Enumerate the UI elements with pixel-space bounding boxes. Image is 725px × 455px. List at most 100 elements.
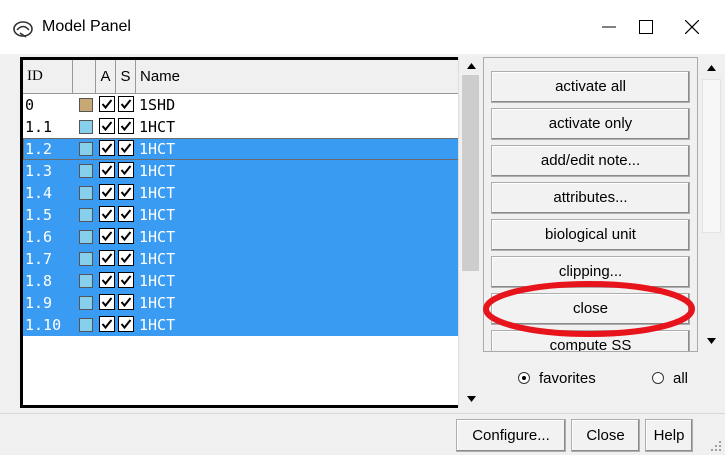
active-checkbox[interactable] bbox=[99, 250, 115, 266]
minimize-icon bbox=[602, 26, 616, 28]
model-color-swatch[interactable] bbox=[79, 296, 93, 310]
model-color-swatch[interactable] bbox=[79, 318, 93, 332]
active-checkbox[interactable] bbox=[99, 272, 115, 288]
compute-ss-button[interactable]: compute SS bbox=[491, 330, 690, 351]
active-checkbox[interactable] bbox=[99, 316, 115, 332]
maximize-button[interactable] bbox=[622, 0, 670, 54]
table-row[interactable]: 1.9 1HCT bbox=[23, 292, 472, 314]
table-row[interactable]: 1.7 1HCT bbox=[23, 248, 472, 270]
radio-all-label: all bbox=[673, 370, 689, 387]
model-color-swatch[interactable] bbox=[79, 186, 93, 200]
model-name: 1HCT bbox=[139, 250, 176, 268]
column-header-color[interactable] bbox=[73, 60, 96, 93]
scroll-up-button[interactable] bbox=[459, 57, 483, 74]
model-color-swatch[interactable] bbox=[79, 142, 93, 156]
close-button[interactable]: Close bbox=[571, 419, 640, 452]
close-models-button[interactable]: close bbox=[491, 293, 690, 325]
shown-checkbox[interactable] bbox=[118, 250, 134, 266]
column-header-active[interactable]: A bbox=[96, 60, 116, 93]
command-scroll-up-button[interactable] bbox=[699, 59, 723, 76]
active-checkbox[interactable] bbox=[99, 140, 115, 156]
checkmark-icon bbox=[120, 297, 132, 308]
model-name: 1HCT bbox=[139, 294, 176, 312]
model-color-swatch[interactable] bbox=[79, 274, 93, 288]
shown-checkbox[interactable] bbox=[118, 272, 134, 288]
shown-checkbox[interactable] bbox=[118, 316, 134, 332]
checkmark-icon bbox=[120, 121, 132, 132]
shown-checkbox[interactable] bbox=[118, 294, 134, 310]
model-color-swatch[interactable] bbox=[79, 164, 93, 178]
model-color-swatch[interactable] bbox=[79, 120, 93, 134]
model-color-swatch[interactable] bbox=[79, 98, 93, 112]
table-row[interactable]: 1.4 1HCT bbox=[23, 182, 472, 204]
model-id: 1.10 bbox=[25, 316, 62, 334]
shown-checkbox[interactable] bbox=[118, 118, 134, 134]
model-id: 0 bbox=[25, 96, 35, 114]
shown-checkbox[interactable] bbox=[118, 206, 134, 222]
table-row[interactable]: 1.8 1HCT bbox=[23, 270, 472, 292]
model-color-swatch[interactable] bbox=[79, 252, 93, 266]
radio-favorites-dot[interactable] bbox=[518, 372, 530, 384]
model-id: 1.2 bbox=[25, 140, 53, 158]
model-name: 1HCT bbox=[139, 316, 176, 334]
checkmark-icon bbox=[101, 297, 113, 308]
active-checkbox[interactable] bbox=[99, 184, 115, 200]
checkmark-icon bbox=[120, 253, 132, 264]
checkmark-icon bbox=[120, 99, 132, 110]
scroll-thumb[interactable] bbox=[462, 75, 479, 271]
table-row[interactable]: 1.6 1HCT bbox=[23, 226, 472, 248]
column-header-id[interactable]: ID bbox=[23, 60, 73, 93]
command-list: activate all activate only add/edit note… bbox=[483, 57, 698, 352]
command-scrollbar[interactable] bbox=[699, 57, 723, 352]
scroll-down-button[interactable] bbox=[459, 390, 483, 407]
table-row[interactable]: 1.2 1HCT bbox=[23, 138, 472, 160]
model-name: 1HCT bbox=[139, 118, 176, 136]
table-row[interactable]: 1.10 1HCT bbox=[23, 314, 472, 336]
model-color-swatch[interactable] bbox=[79, 230, 93, 244]
attributes-button[interactable]: attributes... bbox=[491, 182, 690, 214]
model-id: 1.3 bbox=[25, 162, 53, 180]
checkmark-icon bbox=[120, 209, 132, 220]
table-row[interactable]: 1.1 1HCT bbox=[23, 116, 472, 138]
shown-checkbox[interactable] bbox=[118, 184, 134, 200]
activate-only-button[interactable]: activate only bbox=[491, 108, 690, 140]
arrow-up-icon bbox=[706, 64, 716, 71]
arrow-down-icon bbox=[466, 395, 476, 402]
command-scroll-down-button[interactable] bbox=[699, 332, 723, 349]
active-checkbox[interactable] bbox=[99, 228, 115, 244]
checkmark-icon bbox=[101, 187, 113, 198]
model-table[interactable]: ID A S Name 0 1SHD 1.1 1HCT 1.2 1HCT 1.3 1HCT 1.… bbox=[20, 57, 475, 408]
shown-checkbox[interactable] bbox=[118, 162, 134, 178]
column-header-name[interactable]: Name bbox=[136, 60, 472, 93]
activate-all-button[interactable]: activate all bbox=[491, 71, 690, 103]
model-name: 1SHD bbox=[139, 96, 176, 114]
active-checkbox[interactable] bbox=[99, 96, 115, 112]
biological-unit-button[interactable]: biological unit bbox=[491, 219, 690, 251]
model-color-swatch[interactable] bbox=[79, 208, 93, 222]
checkmark-icon bbox=[101, 165, 113, 176]
checkmark-icon bbox=[120, 319, 132, 330]
table-row[interactable]: 0 1SHD bbox=[23, 94, 472, 116]
shown-checkbox[interactable] bbox=[118, 228, 134, 244]
table-row[interactable]: 1.5 1HCT bbox=[23, 204, 472, 226]
active-checkbox[interactable] bbox=[99, 118, 115, 134]
active-checkbox[interactable] bbox=[99, 206, 115, 222]
checkmark-icon bbox=[101, 253, 113, 264]
shown-checkbox[interactable] bbox=[118, 140, 134, 156]
model-id: 1.4 bbox=[25, 184, 53, 202]
active-checkbox[interactable] bbox=[99, 294, 115, 310]
column-header-shown[interactable]: S bbox=[116, 60, 136, 93]
resize-grip-icon[interactable] bbox=[710, 440, 722, 452]
active-checkbox[interactable] bbox=[99, 162, 115, 178]
radio-all-dot[interactable] bbox=[652, 372, 664, 384]
close-icon bbox=[685, 20, 699, 34]
configure-button[interactable]: Configure... bbox=[456, 419, 566, 452]
close-window-button[interactable] bbox=[668, 0, 716, 54]
clipping-button[interactable]: clipping... bbox=[491, 256, 690, 288]
add-edit-note-button[interactable]: add/edit note... bbox=[491, 145, 690, 177]
shown-checkbox[interactable] bbox=[118, 96, 134, 112]
table-row[interactable]: 1.3 1HCT bbox=[23, 160, 472, 182]
help-button[interactable]: Help bbox=[645, 419, 693, 452]
command-scroll-thumb[interactable] bbox=[702, 79, 721, 233]
table-scrollbar[interactable] bbox=[458, 57, 483, 408]
